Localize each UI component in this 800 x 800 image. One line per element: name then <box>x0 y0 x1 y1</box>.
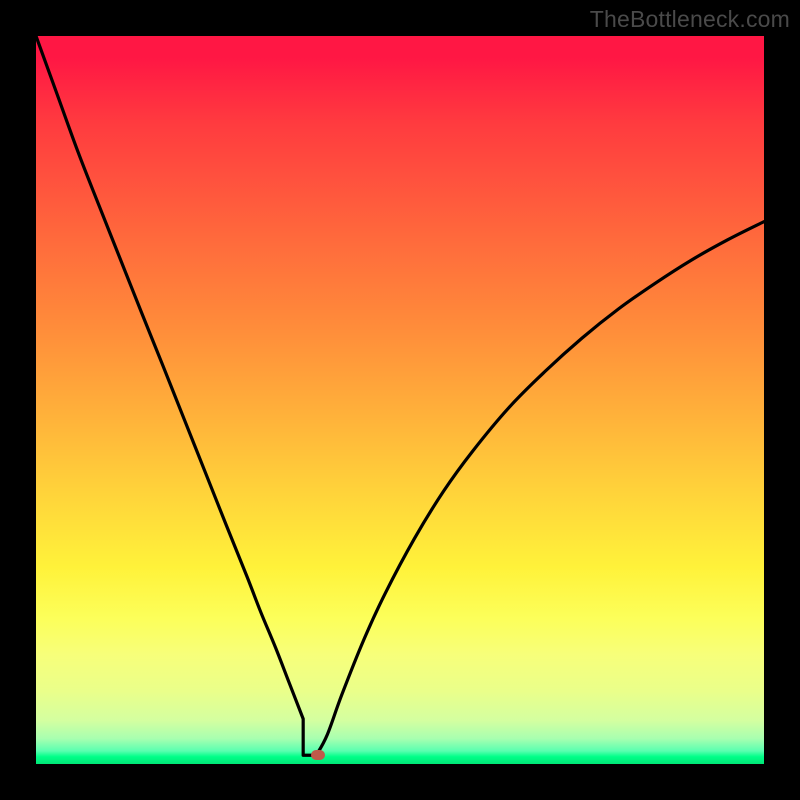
watermark-text: TheBottleneck.com <box>590 6 790 33</box>
chart-frame: TheBottleneck.com <box>0 0 800 800</box>
curve-svg <box>36 36 764 764</box>
optimum-marker <box>311 750 325 760</box>
bottleneck-curve <box>36 36 764 755</box>
plot-area <box>36 36 764 764</box>
